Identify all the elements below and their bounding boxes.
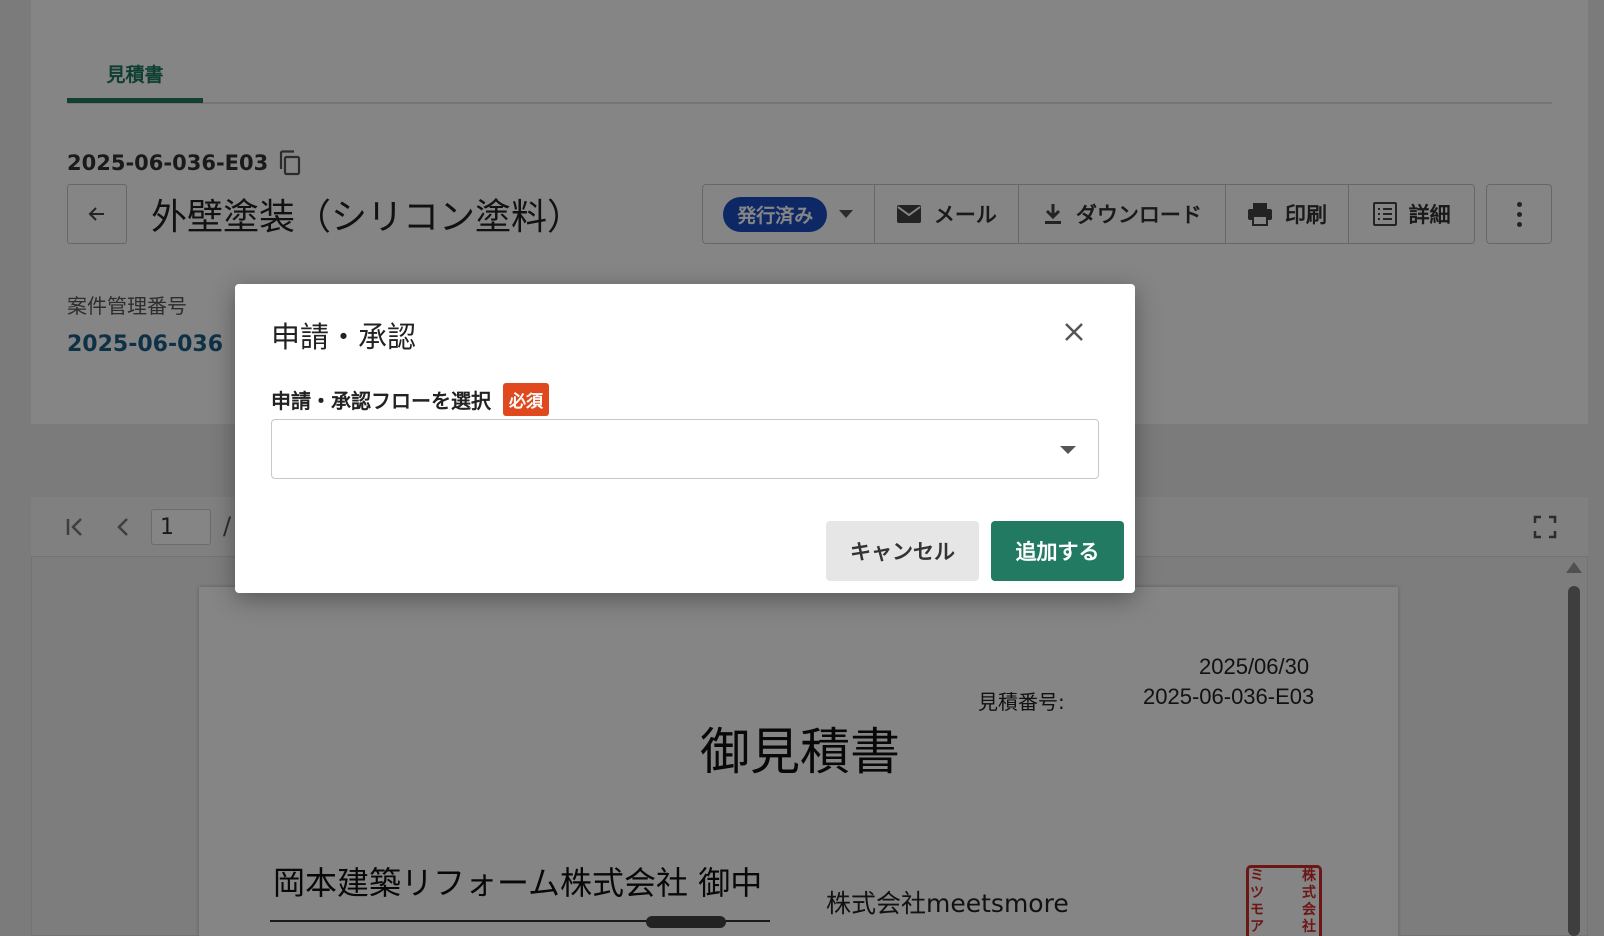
required-badge: 必須 <box>503 383 549 416</box>
approval-flow-label: 申請・承認フローを選択 必須 <box>271 383 549 416</box>
drag-handle[interactable] <box>646 916 726 928</box>
add-button[interactable]: 追加する <box>991 521 1124 581</box>
close-icon[interactable] <box>1060 318 1088 346</box>
dialog-title: 申請・承認 <box>271 320 417 354</box>
cancel-button[interactable]: キャンセル <box>826 521 979 581</box>
approval-flow-label-text: 申請・承認フローを選択 <box>271 389 491 413</box>
chevron-down-icon <box>1060 446 1076 454</box>
approval-flow-select[interactable] <box>271 419 1099 479</box>
